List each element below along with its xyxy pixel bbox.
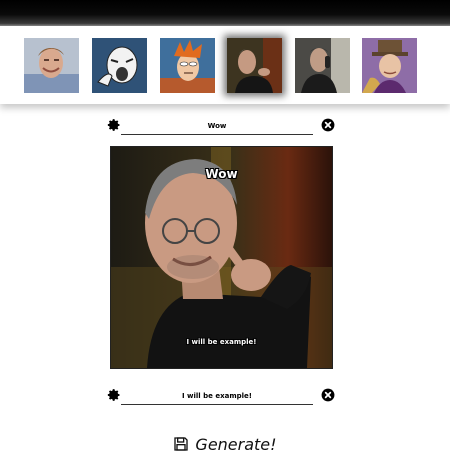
generate-button[interactable]: Generate!	[0, 432, 450, 456]
meme-preview: Wow I will be example!	[110, 146, 333, 369]
gear-icon[interactable]	[107, 118, 121, 132]
top-header-bar	[0, 0, 450, 26]
bottom-caption-row	[105, 388, 335, 410]
template-thumb-steve-jobs[interactable]	[227, 38, 282, 93]
close-circle-icon[interactable]	[321, 388, 335, 402]
template-image-y-u-no	[92, 38, 147, 93]
template-thumb-dawson[interactable]	[24, 38, 79, 93]
bottom-caption-input[interactable]	[121, 388, 313, 405]
template-thumb-fry[interactable]	[160, 38, 215, 93]
template-image-wonka	[362, 38, 417, 93]
template-image-liam-neeson	[295, 38, 350, 93]
top-caption-row	[105, 118, 335, 140]
template-thumb-y-u-no[interactable]	[92, 38, 147, 93]
gear-icon[interactable]	[107, 388, 121, 402]
template-thumb-wonka[interactable]	[362, 38, 417, 93]
template-thumb-liam-neeson[interactable]	[295, 38, 350, 93]
close-circle-icon[interactable]	[321, 118, 335, 132]
template-image-steve-jobs	[227, 38, 282, 93]
meme-top-text: Wow	[205, 167, 238, 181]
top-caption-input[interactable]	[121, 118, 313, 135]
meme-bottom-text: I will be example!	[186, 338, 257, 346]
template-image-dawson	[24, 38, 79, 93]
template-image-fry	[160, 38, 215, 93]
generate-button-label: Generate!	[195, 434, 277, 454]
floppy-disk-icon	[174, 437, 189, 451]
